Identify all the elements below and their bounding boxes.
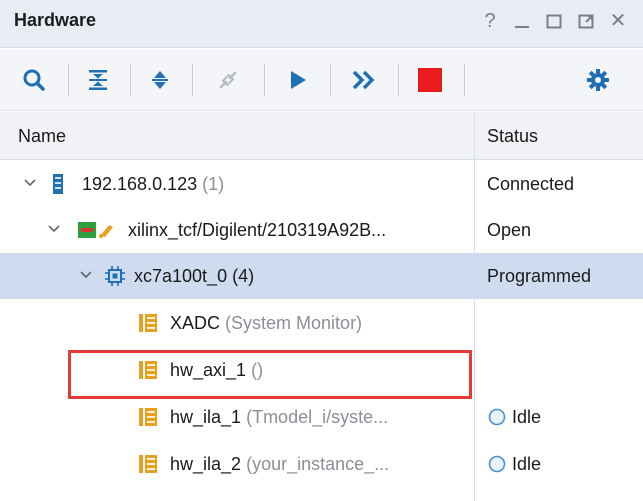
debug-core-icon bbox=[139, 455, 157, 473]
row-name: XADC (System Monitor) bbox=[170, 313, 363, 333]
close-icon[interactable]: ✕ bbox=[609, 10, 627, 32]
idle-status-icon bbox=[488, 408, 506, 426]
tree-row-server[interactable]: 192.168.0.123 (1) Connected bbox=[0, 161, 643, 207]
toolbar-separator bbox=[130, 64, 131, 96]
chevron-down-icon[interactable] bbox=[46, 221, 62, 237]
row-status: Idle bbox=[512, 407, 542, 427]
float-icon[interactable] bbox=[577, 10, 595, 32]
toolbar-separator bbox=[398, 64, 399, 96]
debug-core-icon bbox=[139, 408, 157, 426]
row-status: Connected bbox=[487, 174, 575, 194]
row-name: 192.168.0.123 (1) bbox=[82, 174, 225, 194]
tree-row-fpga[interactable]: xc7a100t_0 (4) Programmed bbox=[0, 253, 643, 299]
fpga-chip-icon bbox=[105, 266, 125, 286]
tree-row-xadc[interactable]: XADC (System Monitor) bbox=[0, 300, 643, 346]
column-header-name[interactable]: Name bbox=[18, 112, 66, 160]
help-icon[interactable]: ? bbox=[481, 10, 499, 32]
row-name: xilinx_tcf/Digilent/210319A92B... bbox=[128, 220, 387, 240]
tree-row-hw-ila-1[interactable]: hw_ila_1 (Tmodel_i/syste... Idle bbox=[0, 394, 643, 440]
jtag-cable-icon bbox=[78, 222, 113, 238]
expand-all-icon[interactable] bbox=[140, 49, 180, 111]
row-status: Idle bbox=[512, 454, 542, 474]
tree-row-jtag[interactable]: xilinx_tcf/Digilent/210319A92B... Open bbox=[0, 207, 643, 253]
run-trigger-immediate-icon[interactable] bbox=[344, 49, 384, 111]
row-name: hw_ila_2 (your_instance_... bbox=[170, 454, 390, 474]
search-icon[interactable] bbox=[14, 49, 54, 111]
minimize-icon[interactable] bbox=[513, 10, 531, 32]
toolbar-separator bbox=[464, 64, 465, 96]
debug-core-icon bbox=[139, 314, 157, 332]
idle-status-icon bbox=[488, 455, 506, 473]
row-status: Programmed bbox=[487, 266, 592, 286]
row-status: Open bbox=[487, 220, 532, 240]
run-trigger-icon[interactable] bbox=[278, 49, 318, 111]
panel-title: Hardware bbox=[14, 10, 97, 30]
toolbar-separator bbox=[264, 64, 265, 96]
maximize-icon[interactable] bbox=[545, 10, 563, 32]
toolbar-separator bbox=[330, 64, 331, 96]
hardware-toolbar bbox=[0, 49, 643, 111]
table-header: Name Status bbox=[0, 112, 643, 160]
column-header-status[interactable]: Status bbox=[487, 112, 538, 160]
row-name: hw_ila_1 (Tmodel_i/syste... bbox=[170, 407, 389, 427]
window-controls: ? ✕ bbox=[481, 10, 627, 32]
chevron-down-icon[interactable] bbox=[22, 175, 38, 191]
chevron-down-icon[interactable] bbox=[78, 267, 94, 283]
highlight-box bbox=[68, 350, 472, 399]
server-icon bbox=[53, 174, 63, 194]
panel-titlebar: Hardware ? ✕ bbox=[0, 0, 643, 48]
toolbar-separator bbox=[192, 64, 193, 96]
tree-row-hw-ila-2[interactable]: hw_ila_2 (your_instance_... Idle bbox=[0, 441, 643, 487]
row-name: xc7a100t_0 (4) bbox=[134, 266, 255, 286]
toolbar-separator bbox=[68, 64, 69, 96]
auto-connect-icon[interactable] bbox=[208, 49, 248, 111]
collapse-all-icon[interactable] bbox=[78, 49, 118, 111]
settings-icon[interactable] bbox=[578, 49, 618, 111]
stop-trigger-icon[interactable] bbox=[410, 49, 450, 111]
